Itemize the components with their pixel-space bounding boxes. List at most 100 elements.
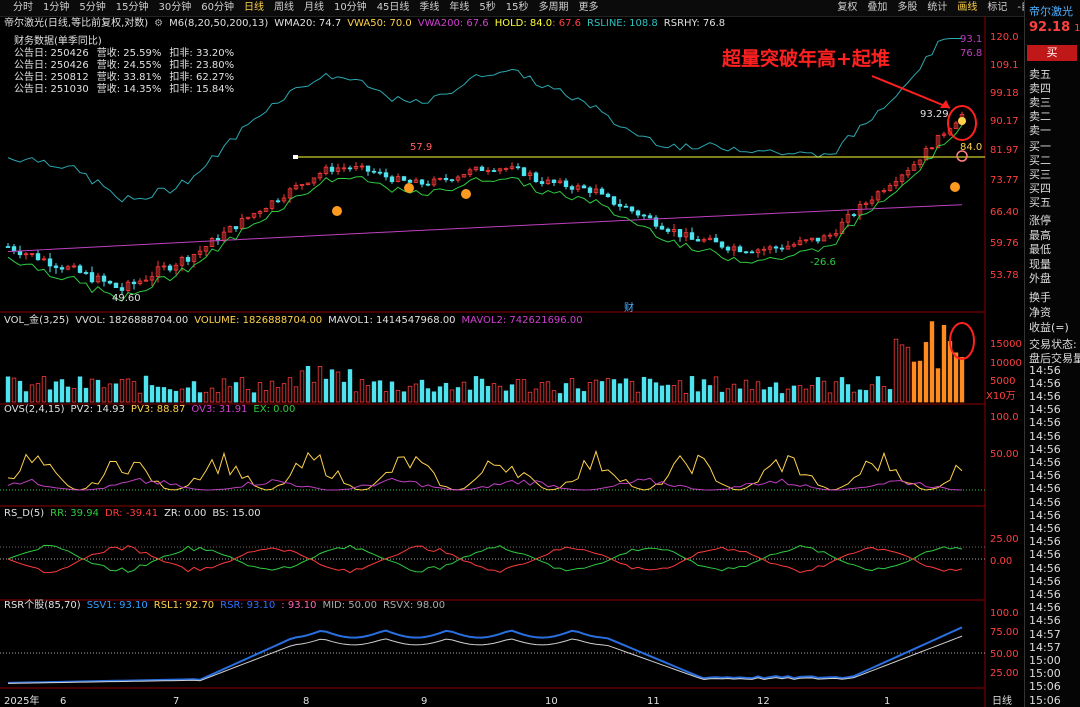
volume-bar xyxy=(653,382,659,403)
period-tabs: 分时 1分钟 5分钟 15分钟 30分钟 60分钟 日线 周线 月线 10分钟 45日线 季线 年线 5秒… xyxy=(0,0,604,16)
rsl1-label: RSL1: 92.70 xyxy=(153,600,215,611)
tab-1[interactable]: 1分钟 xyxy=(38,0,74,16)
candle-body xyxy=(443,177,449,181)
vol-legend: VOL_金(3,25) VVOL: 1826888704.00 VOLUME: … xyxy=(4,315,589,327)
candle-body xyxy=(59,267,65,270)
marker-dot xyxy=(958,117,966,125)
finance-row: 公告日: 250426 营收: 24.55% 扣非: 23.80% xyxy=(14,60,242,72)
volume-bar xyxy=(491,383,497,403)
candle-body xyxy=(377,171,383,174)
volume-bar xyxy=(59,379,65,403)
tool-0[interactable]: 复权 xyxy=(832,0,862,16)
tab-14[interactable]: 15秒 xyxy=(501,0,534,16)
candle-body xyxy=(695,239,701,242)
tab-7[interactable]: 周线 xyxy=(269,0,299,16)
x-axis-label: 日线 xyxy=(992,694,1012,707)
volume-bar xyxy=(143,375,149,403)
tool-3[interactable]: 统计 xyxy=(922,0,952,16)
tab-9[interactable]: 10分钟 xyxy=(329,0,372,16)
price-tick: 66.40 xyxy=(990,207,1019,218)
candle-body xyxy=(449,179,455,182)
tool-2[interactable]: 多股 xyxy=(892,0,922,16)
chart-annotation: 财 xyxy=(624,301,634,314)
volume-bar xyxy=(575,388,581,403)
volume-bar xyxy=(449,389,455,403)
tab-6[interactable]: 日线 xyxy=(239,0,269,16)
candle-body xyxy=(83,272,89,274)
tool-4[interactable]: 画线 xyxy=(952,0,982,16)
tab-5[interactable]: 60分钟 xyxy=(196,0,239,16)
side-item: 14:56 xyxy=(1029,429,1061,443)
volume-bar xyxy=(851,391,857,403)
rsvx-label: RSVX: 98.00 xyxy=(382,600,446,611)
side-item: 14:56 xyxy=(1029,442,1061,456)
volume-bar xyxy=(401,391,407,403)
candle-body xyxy=(749,251,755,254)
tab-10[interactable]: 45日线 xyxy=(372,0,415,16)
tab-11[interactable]: 季线 xyxy=(414,0,444,16)
volume-bar xyxy=(605,378,611,403)
volume-bar xyxy=(341,381,347,403)
tab-15[interactable]: 多周期 xyxy=(534,0,574,16)
volume-bar xyxy=(545,381,551,403)
volume-bar xyxy=(239,377,245,403)
volume-bar xyxy=(749,389,755,403)
buy-button[interactable]: 买 xyxy=(1027,45,1077,61)
volume-bar xyxy=(563,383,569,403)
x-tick: 1 xyxy=(884,696,890,707)
volume-bar xyxy=(101,387,107,403)
candle-body xyxy=(119,287,125,291)
x-tick: 6 xyxy=(60,696,66,707)
volume-bar xyxy=(473,376,479,403)
candle-body xyxy=(425,183,431,186)
side-item: 14:56 xyxy=(1029,508,1061,522)
tool-5[interactable]: 标记 xyxy=(982,0,1012,16)
finance-date: 公告日: 250426 xyxy=(14,48,89,59)
volume-bar xyxy=(737,388,743,403)
candle-body xyxy=(851,214,857,216)
volume-bar xyxy=(17,380,23,403)
tab-3[interactable]: 15分钟 xyxy=(111,0,154,16)
volume-bar xyxy=(185,387,191,403)
volume-bar xyxy=(11,377,17,403)
candle-body xyxy=(779,247,785,250)
tool-1[interactable]: 叠加 xyxy=(862,0,892,16)
tab-8[interactable]: 月线 xyxy=(299,0,329,16)
candle-body xyxy=(719,241,725,248)
volume-bar xyxy=(65,386,71,403)
rsr-line xyxy=(7,626,963,684)
volume-bar xyxy=(941,324,947,403)
volume-bar xyxy=(479,378,485,403)
tab-16[interactable]: 更多 xyxy=(574,0,604,16)
side-item: 净资 xyxy=(1029,305,1051,319)
candle-body xyxy=(569,186,575,190)
volume-bar xyxy=(389,381,395,403)
chart-annotation: 57.9 xyxy=(410,142,432,153)
volume-bar xyxy=(431,391,437,403)
volume-bar xyxy=(893,338,899,403)
side-item: 15:00 xyxy=(1029,653,1061,667)
volume-bar xyxy=(269,380,275,403)
finance-panel: 财务数据(单季同比) 公告日: 250426 营收: 25.59% 扣非: 33.2… xyxy=(14,36,242,96)
candle-body xyxy=(587,187,593,193)
volume-bar xyxy=(89,378,95,403)
tab-2[interactable]: 5分钟 xyxy=(74,0,110,16)
tab-0[interactable]: 分时 xyxy=(8,0,38,16)
tab-13[interactable]: 5秒 xyxy=(474,0,500,16)
tab-4[interactable]: 30分钟 xyxy=(153,0,196,16)
volume-bar xyxy=(863,390,869,403)
rsd-name: RS_D(5) xyxy=(4,508,45,519)
gear-icon[interactable]: ⚙ xyxy=(154,18,163,30)
side-item: 15:00 xyxy=(1029,667,1061,681)
volume-bar xyxy=(725,388,731,403)
ovs-tick: 100.0 xyxy=(990,412,1019,423)
volume-bar xyxy=(887,389,893,403)
candle-body xyxy=(623,205,629,208)
tab-12[interactable]: 年线 xyxy=(444,0,474,16)
volume-label: VOLUME: 1826888704.00 xyxy=(194,315,323,326)
pv3-label: PV3: 88.87 xyxy=(130,404,186,415)
ovs-pv3-line xyxy=(7,449,963,491)
volume-bar xyxy=(611,379,617,403)
mavol2-label: MAVOL2: 742621696.00 xyxy=(461,315,583,326)
ssv1-label: SSV1: 93.10 xyxy=(86,600,148,611)
